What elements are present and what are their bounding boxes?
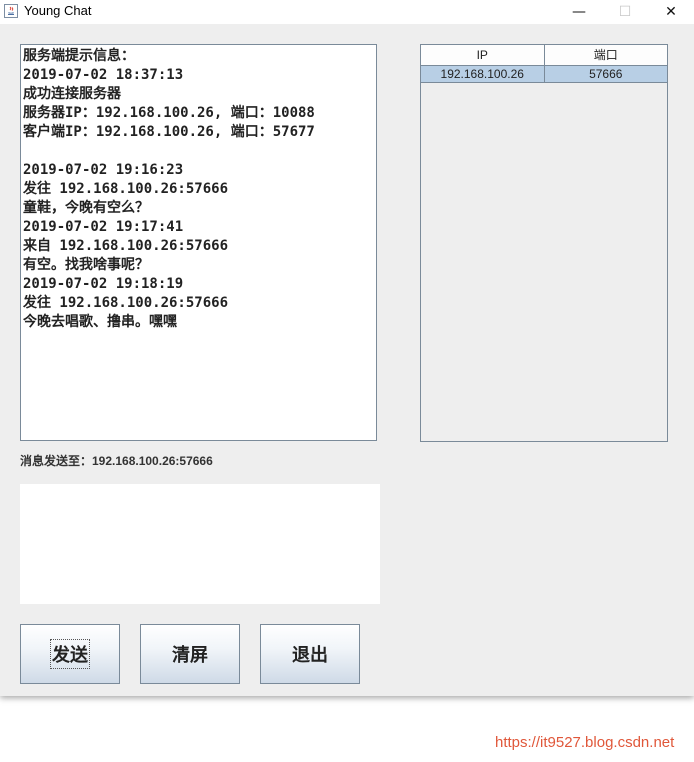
chat-line: 服务端提示信息： <box>23 48 135 64</box>
chat-line <box>23 142 376 161</box>
table-cell-port[interactable]: 57666 <box>543 66 668 82</box>
column-header-port[interactable]: 端口 <box>543 45 668 65</box>
exit-button[interactable]: 退出 <box>260 624 360 684</box>
chat-line: 发往 192.168.100.26:57666 <box>23 181 229 197</box>
message-input[interactable] <box>20 484 380 604</box>
chat-line: 成功连接服务器 <box>23 86 121 102</box>
app-window: Young Chat — ☐ ✕ 服务端提示信息： 2019-07-02 18:… <box>0 0 694 696</box>
column-header-ip[interactable]: IP <box>421 45 544 65</box>
chat-line: 发往 192.168.100.26:57666 <box>23 295 229 311</box>
send-button[interactable]: 发送 <box>20 624 120 684</box>
chat-line: 来自 192.168.100.26:57666 <box>23 238 229 254</box>
chat-line: 童鞋，今晚有空么？ <box>23 200 149 216</box>
window-title: Young Chat <box>24 3 92 18</box>
chat-line: 有空。找我啥事呢？ <box>23 257 149 273</box>
clear-button-label: 清屏 <box>172 645 208 666</box>
clear-screen-button[interactable]: 清屏 <box>140 624 240 684</box>
chat-line: 2019-07-02 19:18:19 <box>23 276 184 292</box>
title-bar[interactable]: Young Chat — ☐ ✕ <box>0 0 694 24</box>
chat-line: 客户端IP：192.168.100.26, 端口：57677 <box>23 124 315 140</box>
chat-line: 2019-07-02 19:17:41 <box>23 219 184 235</box>
minimize-button[interactable]: — <box>556 0 602 24</box>
send-button-label: 发送 <box>50 639 90 669</box>
close-button[interactable]: ✕ <box>648 0 694 24</box>
send-target-label: 消息发送至：192.168.100.26:57666 <box>20 454 213 468</box>
chat-line: 2019-07-02 18:37:13 <box>23 67 184 83</box>
java-cup-icon <box>4 4 18 18</box>
table-header: IP 端口 <box>421 45 667 66</box>
maximize-icon: ☐ <box>618 4 632 20</box>
exit-button-label: 退出 <box>292 645 328 666</box>
watermark-text: https://it9527.blog.csdn.net <box>495 734 675 751</box>
table-cell-ip[interactable]: 192.168.100.26 <box>421 66 544 82</box>
table-row[interactable]: 192.168.100.26 57666 <box>421 66 667 83</box>
chat-line: 今晚去唱歌、撸串。嘿嘿 <box>23 314 177 330</box>
chat-line: 2019-07-02 19:16:23 <box>23 162 184 178</box>
minimize-icon: — <box>572 4 586 20</box>
close-icon: ✕ <box>665 4 677 20</box>
maximize-button[interactable]: ☐ <box>602 0 648 24</box>
chat-line: 服务器IP：192.168.100.26, 端口：10088 <box>23 105 315 121</box>
client-table: IP 端口 192.168.100.26 57666 <box>420 44 668 442</box>
chat-history[interactable]: 服务端提示信息： 2019-07-02 18:37:13 成功连接服务器 服务器… <box>20 44 377 441</box>
